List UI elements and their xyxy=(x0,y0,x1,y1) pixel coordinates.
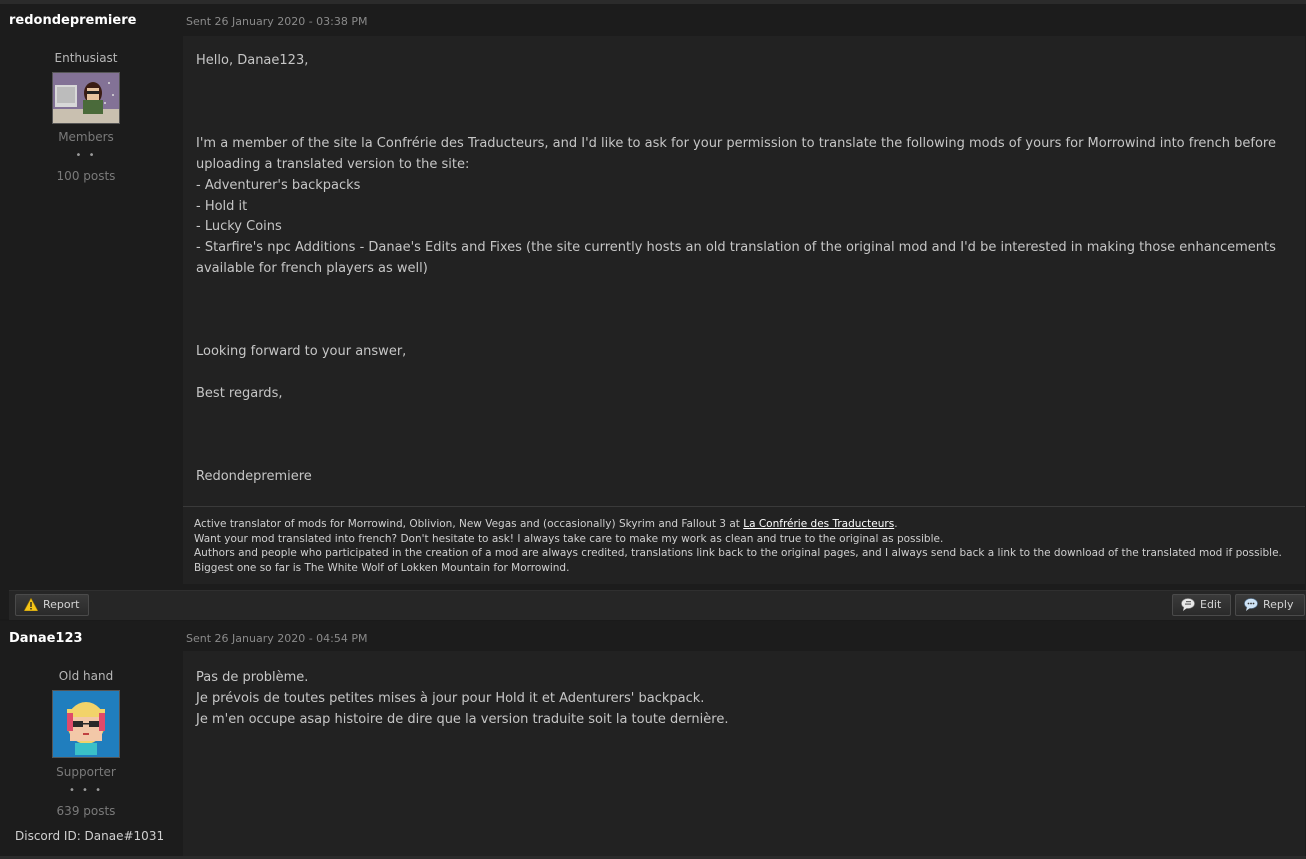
signature-line: Active translator of mods for Morrowind,… xyxy=(194,517,1305,532)
post-line: I'm a member of the site la Confrérie de… xyxy=(196,136,1276,172)
author-group: Supporter xyxy=(56,765,116,779)
post-line xyxy=(196,405,1276,426)
author-post-count: 100 posts xyxy=(56,169,116,183)
post-line: Pas de problème. xyxy=(196,670,309,685)
post-body: Pas de problème. Je prévois de toutes pe… xyxy=(196,668,1276,730)
author-username[interactable]: redondepremiere xyxy=(9,13,136,28)
post-line: - Starfire's npc Additions - Danae's Edi… xyxy=(196,240,1276,276)
post-line xyxy=(196,113,1276,134)
post-line xyxy=(196,93,1276,114)
warning-icon xyxy=(23,597,39,612)
message-post: Danae123 Old hand Supporter • • • 639 po… xyxy=(0,621,1306,859)
signature-line: Authors and people who participated in t… xyxy=(194,547,1282,559)
signature-line: Biggest one so far is The White Wolf of … xyxy=(194,561,570,574)
post-body: Hello, Danae123, I'm a member of the sit… xyxy=(196,51,1276,488)
author-avatar[interactable] xyxy=(52,690,120,758)
post-line: Looking forward to your answer, xyxy=(196,344,407,360)
author-discord-id: Discord ID: Danae#1031 xyxy=(15,829,165,843)
post-line: Best regards, xyxy=(196,385,283,401)
post-line xyxy=(196,425,1276,446)
reply-label: Reply xyxy=(1263,598,1294,611)
post-line xyxy=(196,446,1276,467)
post-signature: Active translator of mods for Morrowind,… xyxy=(183,506,1305,584)
author-sidebar: redondepremiere Enthusiast Members • • 1… xyxy=(0,4,172,619)
post-date: Sent 26 January 2020 - 03:38 PM xyxy=(186,15,368,28)
author-sidebar: Danae123 Old hand Supporter • • • 639 po… xyxy=(0,621,172,859)
author-rank: Enthusiast xyxy=(54,51,118,65)
post-line xyxy=(196,321,1276,342)
signature-text: . xyxy=(894,518,898,530)
author-username[interactable]: Danae123 xyxy=(9,631,83,646)
post-line: Hello, Danae123, xyxy=(196,53,309,68)
post-line xyxy=(196,72,1276,93)
signature-line: Want your mod translated into french? Do… xyxy=(194,532,944,545)
report-label: Report xyxy=(43,598,80,611)
group-pips: • • xyxy=(75,150,97,161)
report-button[interactable]: Report xyxy=(15,594,89,616)
author-post-count: 639 posts xyxy=(56,804,116,818)
post-line: - Hold it xyxy=(196,198,248,214)
reply-button[interactable]: Reply xyxy=(1235,594,1305,616)
speech-bubble-icon xyxy=(1244,598,1258,612)
group-pips: • • • xyxy=(68,785,104,796)
post-date: Sent 26 January 2020 - 04:54 PM xyxy=(186,632,368,645)
avatar-image xyxy=(53,691,119,757)
speech-bubble-edit-icon xyxy=(1181,598,1195,612)
post-line: - Adventurer's backpacks xyxy=(196,177,361,193)
post-line xyxy=(196,280,1276,301)
post-line: Redondepremiere xyxy=(196,468,312,484)
post-line: Je prévois de toutes petites mises à jou… xyxy=(196,690,705,706)
signature-link[interactable]: La Confrérie des Traducteurs xyxy=(743,518,894,530)
post-line: - Lucky Coins xyxy=(196,219,282,235)
edit-label: Edit xyxy=(1200,598,1222,611)
post-line xyxy=(196,301,1276,322)
author-rank: Old hand xyxy=(58,669,114,683)
signature-text: Active translator of mods for Morrowind,… xyxy=(194,518,744,530)
message-post: redondepremiere Enthusiast Members • • 1… xyxy=(0,4,1306,620)
author-avatar[interactable] xyxy=(52,72,120,124)
post-line: Je m'en occupe asap histoire de dire que… xyxy=(196,711,729,727)
avatar-image xyxy=(53,73,119,123)
edit-button[interactable]: Edit xyxy=(1172,594,1231,616)
author-group: Members xyxy=(58,130,114,144)
post-line xyxy=(196,363,1276,384)
post-action-bar: Report Edit Reply xyxy=(9,590,1306,620)
